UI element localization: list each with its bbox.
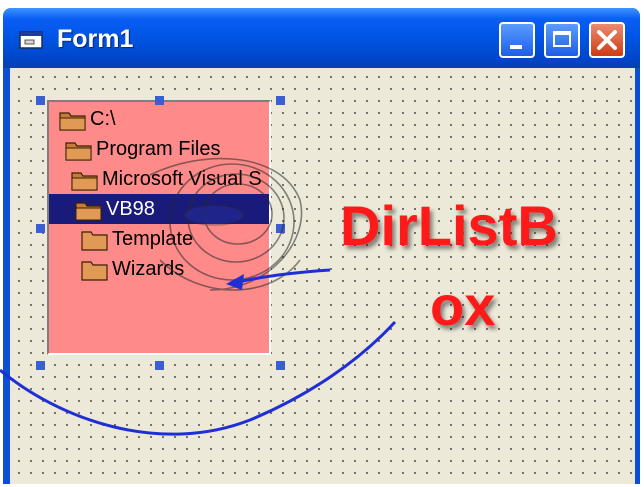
curved-decoration-line xyxy=(0,320,397,436)
arrow-to-list xyxy=(226,268,331,290)
annotation-label-line1: DirListB xyxy=(340,194,558,257)
annotation-label-line2: ox xyxy=(430,274,496,337)
scribble-swirl xyxy=(149,157,303,291)
